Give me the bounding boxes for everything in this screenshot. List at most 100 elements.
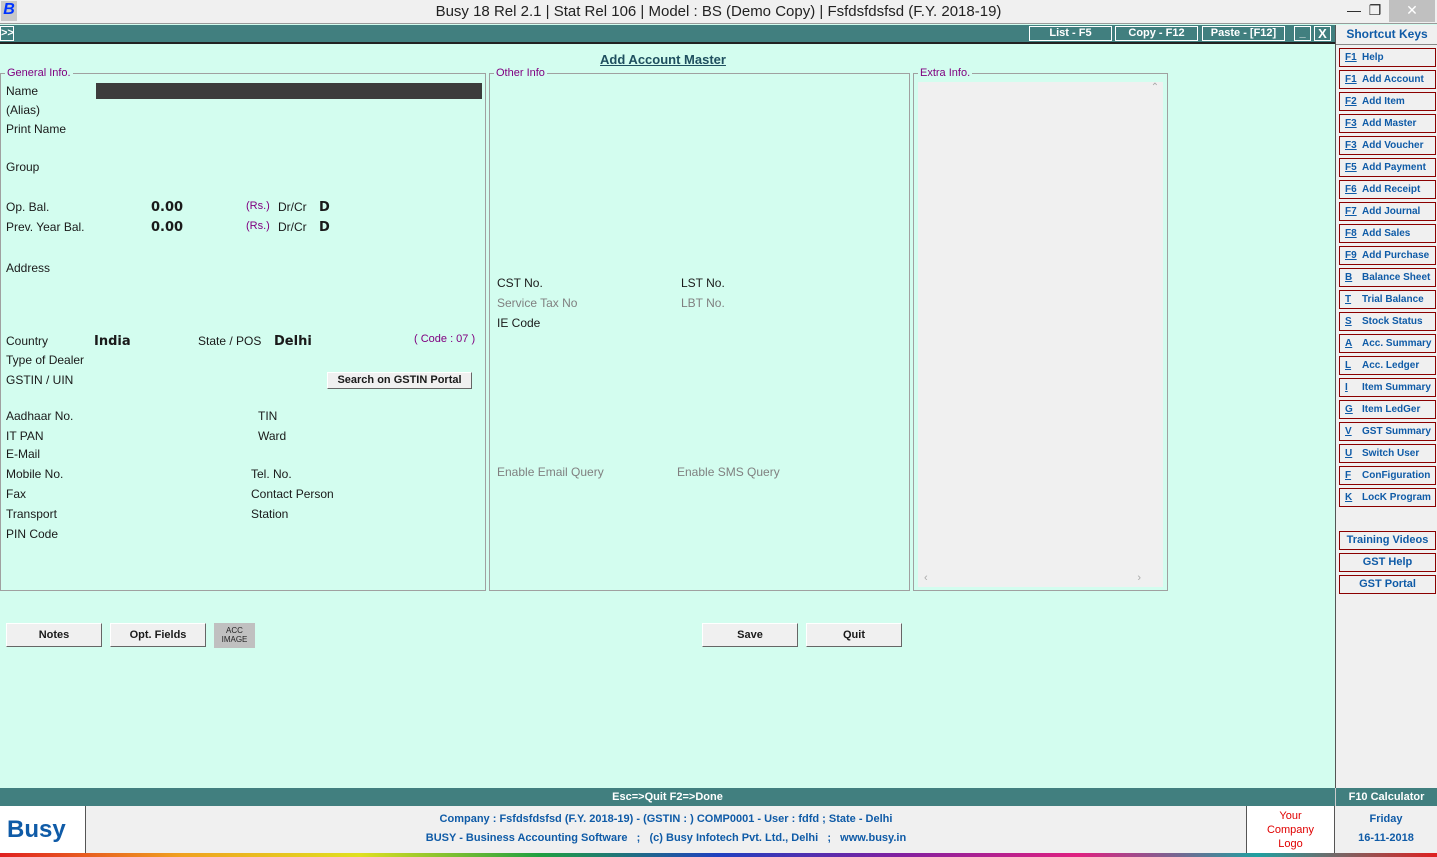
- shortcut-key: F7: [1345, 206, 1357, 217]
- general-info-section: General Info. Name (Alias) Print Name Gr…: [0, 67, 486, 591]
- currency-label: (Rs.): [246, 220, 270, 232]
- shortcut-label: Add Item: [1362, 96, 1405, 107]
- shortcut-label: Switch User: [1362, 448, 1420, 459]
- horizontal-scrollbar[interactable]: ‹ ›: [918, 572, 1147, 587]
- shortcut-label: Item LedGer: [1362, 404, 1421, 415]
- name-input[interactable]: [96, 83, 482, 99]
- shortcut-key: F1: [1345, 74, 1357, 85]
- op-bal-input[interactable]: 0.00: [151, 200, 183, 215]
- gstin-label: GSTIN / UIN: [6, 373, 74, 387]
- shortcut-acc-ledger[interactable]: L Acc. Ledger: [1339, 356, 1436, 375]
- station-label: Station: [251, 507, 289, 521]
- shortcut-add-purchase[interactable]: F9 Add Purchase: [1339, 246, 1436, 265]
- shortcut-trial-balance[interactable]: T Trial Balance: [1339, 290, 1436, 309]
- prev-drcr-input[interactable]: D: [319, 220, 330, 235]
- shortcut-balance-sheet[interactable]: B Balance Sheet: [1339, 268, 1436, 287]
- close-form-button[interactable]: X: [1314, 26, 1331, 41]
- shortcut-key: F5: [1345, 162, 1357, 173]
- pin-label: PIN Code: [6, 527, 59, 541]
- shortcut-add-account[interactable]: F1 Add Account: [1339, 70, 1436, 89]
- opt-fields-button[interactable]: Opt. Fields: [110, 623, 206, 647]
- brand-logo: Busy: [0, 806, 86, 853]
- shortcut-label: ConFiguration: [1362, 470, 1431, 481]
- tel-label: Tel. No.: [251, 467, 292, 481]
- shortcut-label: Add Payment: [1362, 162, 1426, 173]
- section-legend: Extra Info.: [918, 67, 973, 79]
- cst-label: CST No.: [497, 276, 543, 290]
- shortcut-lock-program[interactable]: K LocK Program: [1339, 488, 1436, 507]
- shortcut-key: B: [1345, 272, 1353, 283]
- aadhaar-label: Aadhaar No.: [6, 409, 74, 423]
- shortcut-add-receipt[interactable]: F6 Add Receipt: [1339, 180, 1436, 199]
- state-input[interactable]: Delhi: [274, 334, 312, 349]
- shortcut-item-ledger[interactable]: G Item LedGer: [1339, 400, 1436, 419]
- search-gstin-button[interactable]: Search on GSTIN Portal: [327, 372, 472, 389]
- lbt-label: LBT No.: [681, 296, 725, 310]
- acc-image-button[interactable]: ACC IMAGE: [214, 623, 255, 648]
- day-label: Friday: [1369, 813, 1403, 825]
- paste-button[interactable]: Paste - [F12]: [1202, 26, 1285, 41]
- shortcut-label: Add Purchase: [1362, 250, 1430, 261]
- shortcut-label: Balance Sheet: [1362, 272, 1431, 283]
- shortcut-key: S: [1345, 316, 1352, 327]
- prev-bal-input[interactable]: 0.00: [151, 220, 183, 235]
- sms-query-label: Enable SMS Query: [677, 465, 780, 479]
- shortcut-key: F2: [1345, 96, 1357, 107]
- fax-label: Fax: [6, 487, 27, 501]
- expand-button[interactable]: >>: [0, 26, 14, 41]
- extra-info-textarea[interactable]: [918, 82, 1163, 587]
- shortcut-stock-status[interactable]: S Stock Status: [1339, 312, 1436, 331]
- title-bar: B Busy 18 Rel 2.1 | Stat Rel 106 | Model…: [0, 0, 1437, 24]
- shortcut-label: Stock Status: [1362, 316, 1423, 327]
- shortcut-label: Add Account: [1362, 74, 1424, 85]
- scroll-left-icon[interactable]: ‹: [924, 572, 928, 587]
- shortcut-label: Add Master: [1362, 118, 1417, 129]
- quit-button[interactable]: Quit: [806, 623, 902, 647]
- scroll-right-icon[interactable]: ›: [1137, 572, 1141, 587]
- shortcut-label: Add Voucher: [1362, 140, 1424, 151]
- drcr-label: Dr/Cr: [278, 220, 307, 234]
- calculator-button[interactable]: F10 Calculator: [1335, 788, 1437, 806]
- close-window-button[interactable]: ✕: [1389, 0, 1435, 22]
- name-label: Name: [6, 84, 39, 98]
- save-button[interactable]: Save: [702, 623, 798, 647]
- shortcut-help[interactable]: F1 Help: [1339, 48, 1436, 67]
- shortcut-configuration[interactable]: F ConFiguration: [1339, 466, 1436, 485]
- shortcut-key: K: [1345, 492, 1353, 503]
- shortcut-label: Item Summary: [1362, 382, 1431, 393]
- copyright-info: BUSY - Business Accounting Software ; (c…: [425, 832, 907, 844]
- shortcut-key: A: [1345, 338, 1353, 349]
- country-label: Country: [6, 334, 49, 348]
- shortcut-acc-summary[interactable]: A Acc. Summary: [1339, 334, 1436, 353]
- shortcut-key: U: [1345, 448, 1353, 459]
- shortcut-item-summary[interactable]: I Item Summary: [1339, 378, 1436, 397]
- shortcut-key: F6: [1345, 184, 1357, 195]
- shortcut-add-sales[interactable]: F8 Add Sales: [1339, 224, 1436, 243]
- op-drcr-input[interactable]: D: [319, 200, 330, 215]
- shortcut-training-videos[interactable]: Training Videos: [1339, 531, 1436, 550]
- mobile-label: Mobile No.: [6, 467, 64, 481]
- shortcut-gst-portal[interactable]: GST Portal: [1339, 575, 1436, 594]
- list-button[interactable]: List - F5: [1029, 26, 1112, 41]
- shortcut-add-voucher[interactable]: F3 Add Voucher: [1339, 136, 1436, 155]
- shortcut-label: Add Receipt: [1362, 184, 1421, 195]
- shortcut-gst-help[interactable]: GST Help: [1339, 553, 1436, 572]
- copy-button[interactable]: Copy - F12: [1115, 26, 1198, 41]
- shortcut-panel-title: Shortcut Keys: [1346, 27, 1428, 41]
- shortcut-label: LocK Program: [1362, 492, 1431, 503]
- notes-button[interactable]: Notes: [6, 623, 102, 647]
- vertical-scrollbar[interactable]: ⌃: [1147, 82, 1163, 572]
- print-name-label: Print Name: [6, 122, 67, 136]
- state-label: State / POS: [198, 334, 262, 348]
- country-input[interactable]: India: [94, 334, 131, 349]
- shortcut-gst-summary[interactable]: V GST Summary: [1339, 422, 1436, 441]
- shortcut-label: Add Journal: [1362, 206, 1421, 217]
- shortcut-add-item[interactable]: F2 Add Item: [1339, 92, 1436, 111]
- company-info: Company : Fsfdsfdsfsd (F.Y. 2018-19) - (…: [439, 813, 893, 825]
- shortcut-switch-user[interactable]: U Switch User: [1339, 444, 1436, 463]
- shortcut-key: L: [1345, 360, 1352, 371]
- shortcut-add-master[interactable]: F3 Add Master: [1339, 114, 1436, 133]
- minimize-form-button[interactable]: _: [1294, 26, 1311, 41]
- shortcut-add-journal[interactable]: F7 Add Journal: [1339, 202, 1436, 221]
- shortcut-add-payment[interactable]: F5 Add Payment: [1339, 158, 1436, 177]
